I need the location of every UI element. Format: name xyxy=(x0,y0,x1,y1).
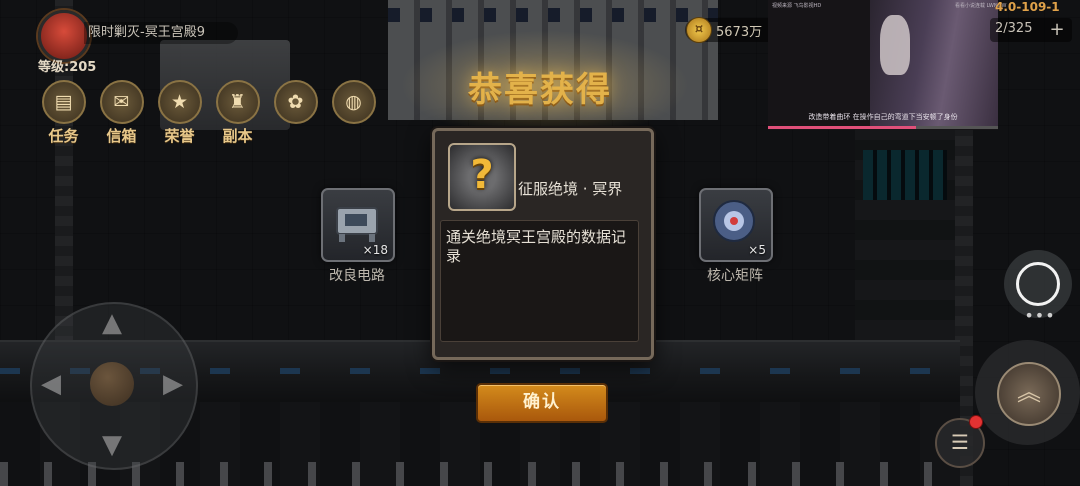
dungeon-icon: ♜ xyxy=(215,80,260,124)
reward-item-name: 核心矩阵 xyxy=(707,268,763,284)
menu-badge[interactable]: ✿ xyxy=(272,80,319,146)
joystick-knob[interactable] xyxy=(90,362,134,406)
badge-icon: ✿ xyxy=(273,80,318,124)
reward-item-circuit[interactable]: ×18 xyxy=(321,188,395,262)
joystick-right-icon: ▶ xyxy=(163,369,183,399)
menu-label: 信箱 xyxy=(106,127,137,145)
core-matrix-icon xyxy=(713,200,755,242)
joystick-down-icon: ▼ xyxy=(102,430,122,460)
player-level: 等级:205 xyxy=(38,60,97,75)
question-mark-icon: ? xyxy=(470,152,494,198)
honor-icon: ★ xyxy=(157,80,202,124)
rank-up-icon: ︽ xyxy=(997,362,1061,426)
menu-globe[interactable]: ◍ xyxy=(330,80,377,146)
notification-dot xyxy=(969,415,983,429)
video-figure xyxy=(880,15,910,75)
menu-label: 荣誉 xyxy=(164,127,195,145)
coin-amount: 5673万 xyxy=(716,25,763,40)
reward-banner: 恭喜获得 xyxy=(468,70,612,110)
circuit-icon xyxy=(336,207,378,242)
dialog-title: 征服绝境 · 冥界 xyxy=(518,180,623,198)
globe-icon: ◍ xyxy=(331,80,376,124)
player-avatar[interactable] xyxy=(38,10,90,62)
more-icon[interactable]: ••• xyxy=(1020,306,1060,332)
add-button[interactable]: + xyxy=(1046,19,1068,41)
menu-label: 任务 xyxy=(48,127,79,145)
video-subtitle: 改造带着曲环 在操作自己的弯道下当安顿了身份 xyxy=(808,113,958,121)
menu-label: 副本 xyxy=(222,127,253,145)
joystick-up-icon: ▲ xyxy=(102,308,122,338)
reward-item-name: 改良电路 xyxy=(329,268,385,284)
stage-code: 4.0-109-1 xyxy=(995,0,1060,14)
confirm-button[interactable]: 确认 xyxy=(476,383,608,423)
menu-task[interactable]: ▤ 任务 xyxy=(40,80,87,146)
menu-mailbox[interactable]: ✉ 信箱 xyxy=(98,80,145,146)
mailbox-icon: ✉ xyxy=(99,80,144,124)
menu-dungeon[interactable]: ♜ 副本 xyxy=(214,80,261,146)
menu-honor[interactable]: ★ 荣誉 xyxy=(156,80,203,146)
stage-name: 限时剿灭-冥王宫殿9 xyxy=(84,22,238,44)
dialog-description: 通关绝境冥王宫殿的数据记录 xyxy=(446,228,627,265)
counter-value: 2/325 xyxy=(995,21,1033,36)
joystick-left-icon: ◀ xyxy=(41,369,61,399)
video-source-text: 视频来源 飞鸟影视HD xyxy=(772,3,822,9)
item-count: ×18 xyxy=(362,243,388,257)
task-icon: ▤ xyxy=(41,80,86,124)
item-count: ×5 xyxy=(748,243,766,257)
mystery-item-icon: ? xyxy=(448,143,516,211)
video-progress[interactable] xyxy=(768,126,916,129)
main-menu: ▤ 任务 ✉ 信箱 ★ 荣誉 ♜ 副本 ✿ ◍ xyxy=(40,80,377,146)
reward-item-core-matrix[interactable]: ×5 xyxy=(699,188,773,262)
video-progress-track[interactable] xyxy=(916,126,998,129)
